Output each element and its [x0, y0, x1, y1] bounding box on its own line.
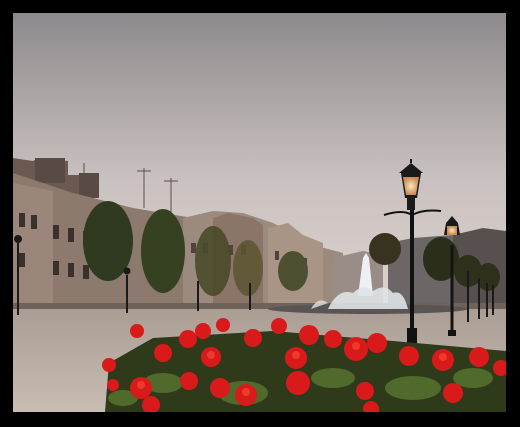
- town-square-photo: [13, 13, 506, 412]
- photo-frame: [0, 0, 520, 427]
